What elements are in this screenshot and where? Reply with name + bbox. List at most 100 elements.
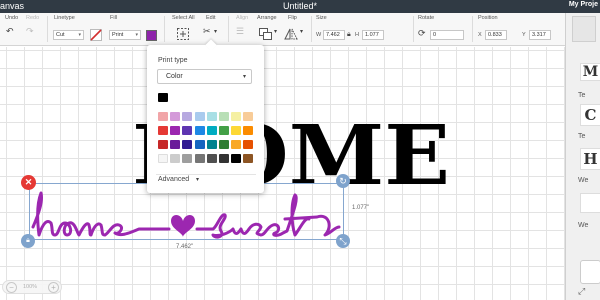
chevron-down-icon: ▾ — [78, 32, 81, 38]
redo-label: Redo — [26, 15, 40, 21]
print-type-popup: Print type Color ▾ Advanced ▾ — [147, 39, 264, 193]
color-swatch[interactable] — [194, 140, 205, 149]
color-swatch[interactable] — [182, 140, 193, 149]
chevron-down-icon: ▾ — [196, 177, 200, 183]
color-swatch[interactable] — [158, 140, 168, 149]
color-swatch[interactable] — [170, 154, 181, 163]
width-field-label: W — [316, 32, 322, 38]
color-swatch[interactable] — [231, 126, 242, 135]
color-swatch[interactable] — [219, 112, 229, 121]
color-swatch[interactable] — [194, 154, 205, 163]
rotate-label: Rotate — [418, 15, 435, 21]
flip-icon[interactable] — [284, 28, 298, 40]
rotate-handle-icon[interactable]: ↻ — [336, 174, 350, 188]
layer-item-welded-1[interactable]: We — [578, 177, 588, 184]
align-label: Align — [236, 15, 249, 21]
title-bar: anvas Untitled* My Proje — [0, 0, 600, 13]
edit-label: Edit — [206, 15, 216, 21]
chevron-down-icon: ▾ — [135, 32, 138, 38]
height-dimension: 1.077" — [352, 205, 370, 211]
layer-thumb-script[interactable] — [580, 193, 600, 213]
color-swatch[interactable] — [206, 126, 217, 135]
linetype-label: Linetype — [54, 15, 75, 21]
rotate-icon: ⟳ — [418, 28, 426, 38]
position-label: Position — [478, 15, 498, 21]
color-swatch[interactable] — [182, 126, 193, 135]
project-title: Untitled* — [282, 1, 318, 11]
linetype-select[interactable]: Cut ▾ — [53, 30, 84, 40]
color-swatch[interactable] — [219, 154, 229, 163]
color-swatch[interactable] — [243, 126, 254, 135]
color-swatch[interactable] — [170, 140, 181, 149]
width-input[interactable]: 7.462 — [323, 30, 345, 40]
x-position-input[interactable]: 0.833 — [485, 30, 507, 40]
color-swatch[interactable] — [170, 112, 181, 121]
layer-item-welded-2[interactable]: We — [578, 222, 588, 229]
color-swatch[interactable] — [243, 112, 254, 121]
color-swatch[interactable] — [219, 140, 229, 149]
zoom-in-icon[interactable]: + — [48, 282, 59, 293]
undo-icon[interactable]: ↶ — [6, 27, 14, 36]
delete-icon[interactable]: ✕ — [21, 175, 36, 190]
width-dimension: 7.462" — [176, 244, 194, 250]
color-swatch[interactable] — [182, 154, 193, 163]
align-icon[interactable]: ☰ — [236, 27, 244, 36]
color-swatch[interactable] — [158, 126, 168, 135]
fill-label: Fill — [110, 15, 118, 21]
fill-select[interactable]: Print ▾ — [109, 30, 141, 40]
color-swatch[interactable] — [243, 154, 254, 163]
redo-icon[interactable]: ↷ — [26, 27, 34, 36]
lock-proportion-icon[interactable]: 🔒︎ — [21, 234, 35, 248]
edit-toolbar: Undo ↶ Redo ↷ Linetype Cut ▾ Fill Print … — [0, 13, 565, 46]
color-swatch[interactable] — [206, 112, 217, 121]
color-swatch[interactable] — [231, 154, 242, 163]
rotate-input[interactable]: 0 — [430, 30, 464, 40]
color-swatch[interactable] — [158, 154, 168, 163]
y-position-input[interactable]: 3.317 — [529, 30, 551, 40]
fill-color-swatch[interactable] — [146, 30, 157, 41]
scissors-icon[interactable]: ✂ — [203, 27, 211, 36]
color-swatch[interactable] — [219, 126, 229, 135]
print-type-select[interactable]: Color ▾ — [157, 69, 252, 84]
zoom-level: 100% — [23, 284, 38, 290]
selected-color-swatch[interactable] — [158, 93, 168, 102]
color-swatch[interactable] — [231, 140, 242, 149]
blank-canvas-swatch[interactable] — [580, 260, 600, 284]
flip-label: Flip — [288, 15, 297, 21]
resize-handle-icon[interactable]: ⤡ — [336, 234, 350, 248]
select-all-icon[interactable] — [177, 28, 189, 40]
color-swatch[interactable] — [206, 154, 217, 163]
size-label: Size — [316, 15, 327, 21]
layer-item-text-2[interactable]: Te — [578, 133, 585, 140]
select-all-label: Select All — [172, 15, 195, 21]
advanced-toggle[interactable]: Advanced — [158, 176, 189, 183]
color-swatch[interactable] — [182, 112, 193, 121]
lock-icon[interactable]: 🔒︎ — [347, 31, 351, 38]
color-swatch[interactable] — [170, 126, 181, 135]
undo-label: Undo — [5, 15, 19, 21]
chevron-down-icon: ▾ — [242, 74, 246, 80]
height-field-label: H — [355, 32, 359, 38]
layer-thumb-home[interactable]: M — [580, 63, 600, 81]
design-canvas[interactable]: HOME ✕ ↻ 🔒︎ ⤡ 1.077" 7.462" − 100% + — [0, 47, 565, 300]
my-projects-link[interactable]: My Proje — [569, 1, 598, 8]
color-swatch[interactable] — [206, 140, 217, 149]
layer-thumb-h[interactable]: H — [580, 148, 600, 170]
layer-item-text-1[interactable]: Te — [578, 92, 585, 99]
arrange-label: Arrange — [257, 15, 277, 21]
linetype-value: Cut — [56, 32, 65, 38]
color-swatch[interactable] — [194, 126, 205, 135]
color-swatch[interactable] — [194, 112, 205, 121]
zoom-control: − 100% + — [2, 280, 62, 294]
layer-thumb-c[interactable]: C — [580, 104, 600, 126]
y-field-label: Y — [522, 32, 526, 38]
color-swatch[interactable] — [231, 112, 242, 121]
color-swatch[interactable] — [243, 140, 254, 149]
arrange-icon[interactable] — [259, 28, 272, 40]
group-icon[interactable] — [572, 16, 596, 42]
zoom-out-icon[interactable]: − — [6, 282, 17, 293]
no-line-color-icon[interactable] — [90, 29, 102, 41]
height-input[interactable]: 1.077 — [362, 30, 384, 40]
color-swatch[interactable] — [158, 112, 168, 121]
expand-icon[interactable]: ⤢ — [578, 286, 585, 297]
